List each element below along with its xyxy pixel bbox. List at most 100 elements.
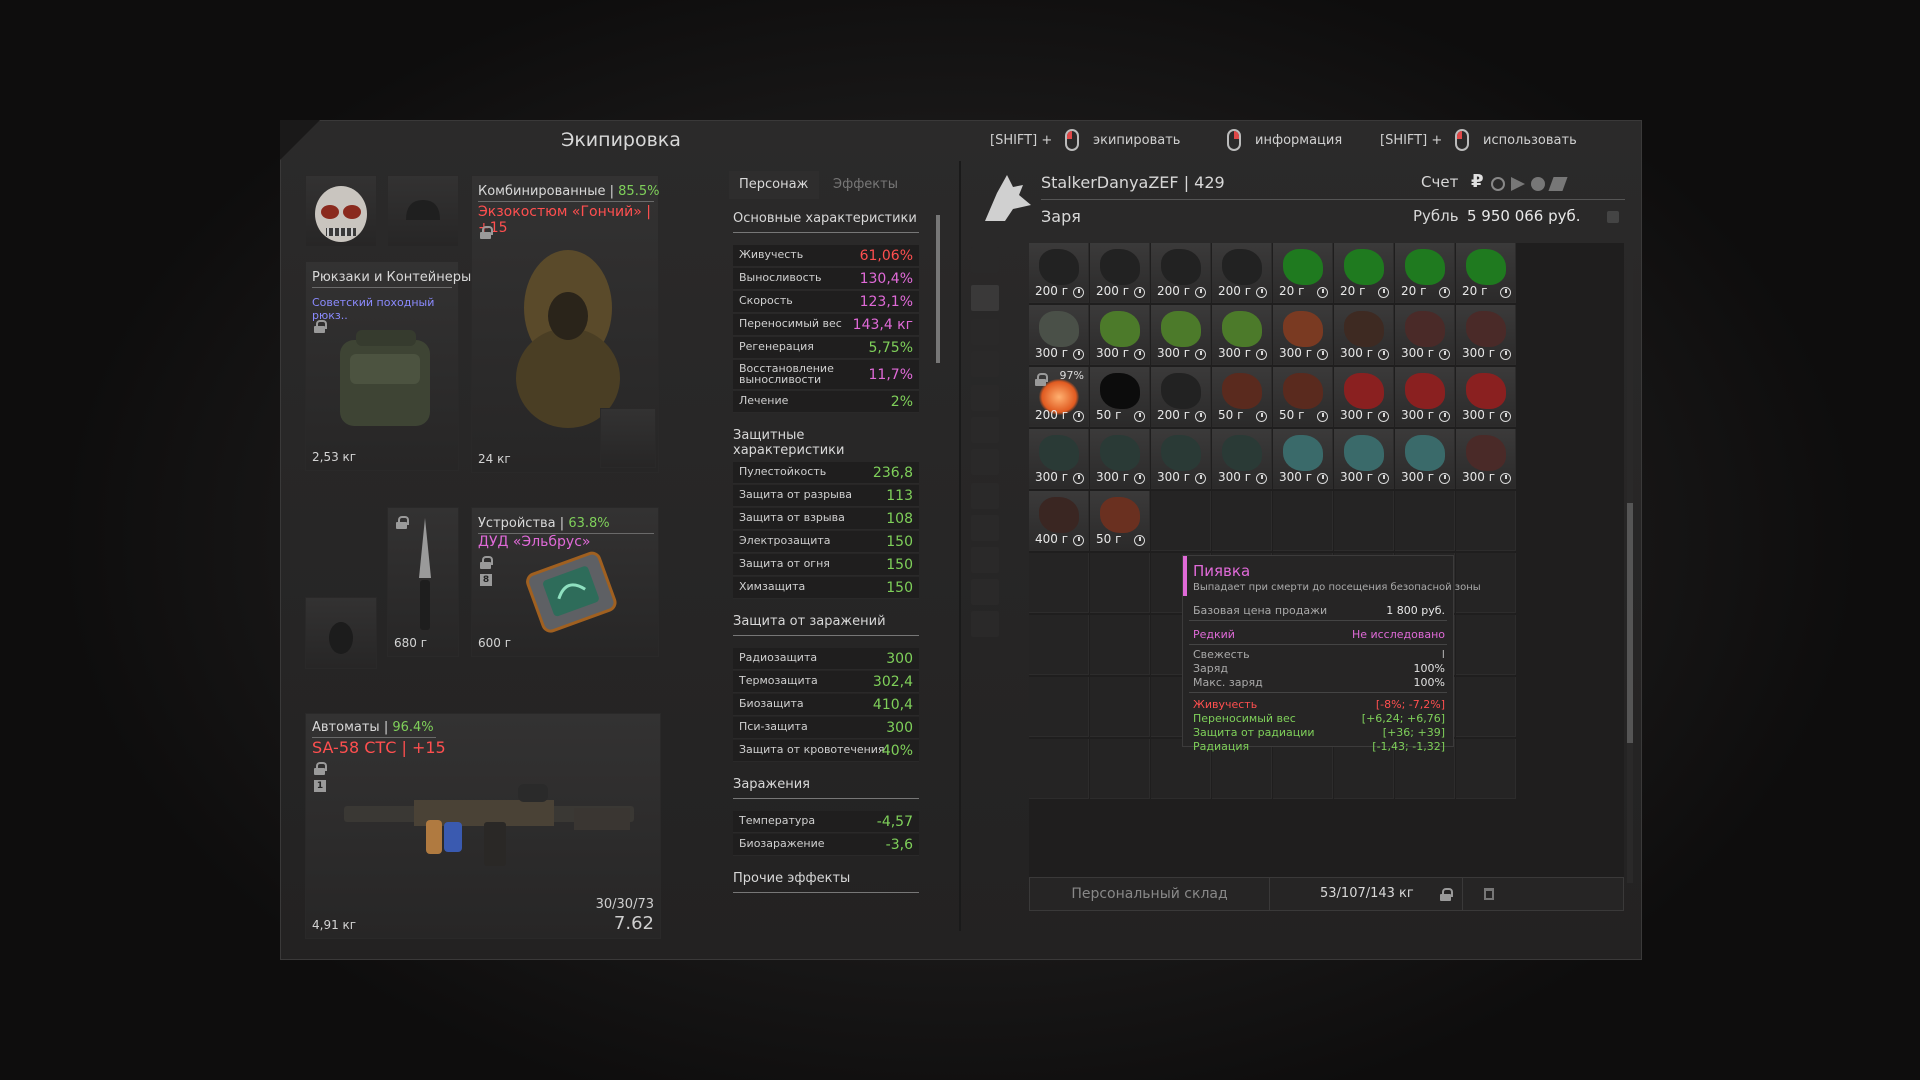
ruler-icon[interactable] (971, 579, 999, 605)
inventory-item[interactable]: 300 г (1456, 305, 1516, 365)
device-slot[interactable]: Устройства | 63.8% ДУД «Эльбрус» 8 600 г (471, 507, 659, 657)
grid-cell[interactable] (1456, 491, 1516, 551)
grid-cell[interactable] (1090, 739, 1150, 799)
grid-cell[interactable] (1395, 491, 1455, 551)
inventory-item[interactable]: 200 г (1151, 367, 1211, 427)
stats-scrollbar[interactable] (936, 215, 940, 363)
mask-slot[interactable] (387, 175, 459, 247)
inventory-item[interactable]: 300 г (1456, 429, 1516, 489)
grenade-slot[interactable] (305, 597, 377, 669)
item-weight: 300 г (1401, 346, 1435, 360)
stat-row: Выносливость 130,4% (733, 268, 919, 290)
grid-cell[interactable] (1334, 491, 1394, 551)
grid-cell[interactable] (1456, 739, 1516, 799)
inventory-item[interactable]: 300 г (1151, 429, 1211, 489)
inventory-item[interactable]: 300 г (1151, 305, 1211, 365)
inventory-item[interactable]: 300 г (1090, 305, 1150, 365)
inventory-item[interactable]: 200 г (1212, 243, 1272, 303)
inventory-item[interactable]: 20 г (1395, 243, 1455, 303)
grid-scroll-thumb[interactable] (1627, 503, 1633, 743)
backpack-category: Рюкзаки и Контейнеры (312, 270, 471, 288)
stats-panel[interactable]: Основные характеристики Живучесть 61,06% Вы… (729, 201, 929, 931)
coin-icon[interactable] (1531, 177, 1545, 191)
stat-label: Защита от огня (739, 557, 830, 570)
ruble-icon[interactable]: ₽ (1471, 171, 1484, 192)
link-icon[interactable] (971, 319, 999, 345)
bars-icon[interactable] (1548, 177, 1568, 191)
grid-cell[interactable] (1273, 491, 1333, 551)
grid-all-icon[interactable] (971, 285, 999, 311)
inventory-item[interactable]: 300 г (1456, 367, 1516, 427)
inventory-item[interactable]: 300 г (1029, 429, 1089, 489)
inventory-item[interactable]: 50 г (1273, 367, 1333, 427)
inventory-item[interactable]: 300 г (1029, 305, 1089, 365)
inventory-item[interactable]: 300 г (1334, 305, 1394, 365)
armor-slot[interactable]: Комбинированные | 85.5% Экзокостюм «Гонч… (471, 175, 659, 473)
grid-cell[interactable] (1090, 677, 1150, 737)
grid-cell[interactable] (1151, 491, 1211, 551)
grid-cell[interactable] (1029, 553, 1089, 613)
lock-all-icon[interactable] (1440, 888, 1453, 901)
clock-icon (1195, 349, 1206, 360)
artifact-icon (1466, 311, 1506, 347)
tab-character[interactable]: Персонаж (729, 171, 819, 199)
token-icon[interactable] (1511, 177, 1525, 191)
inventory-item[interactable]: 200 г (1029, 243, 1089, 303)
clock-icon (1378, 473, 1389, 484)
trash-icon[interactable] (1484, 888, 1494, 900)
grid-cell[interactable] (1456, 677, 1516, 737)
grid-cell[interactable] (1090, 553, 1150, 613)
inventory-item[interactable]: 300 г (1395, 305, 1455, 365)
inventory-item[interactable]: 300 г (1090, 429, 1150, 489)
stat-value: 150 (886, 580, 913, 596)
inventory-item[interactable]: 300 г (1273, 429, 1333, 489)
inventory-item[interactable]: 300 г (1334, 367, 1394, 427)
grid-cell[interactable] (1456, 615, 1516, 675)
grid-cell[interactable] (1029, 677, 1089, 737)
inventory-item[interactable]: 200 г 97% (1029, 367, 1089, 427)
inventory-item[interactable]: 20 г (1334, 243, 1394, 303)
inventory-item[interactable]: 50 г (1090, 367, 1150, 427)
stat-label: Биозаражение (739, 837, 825, 850)
clock-icon (1439, 349, 1450, 360)
inventory-item[interactable]: 50 г (1212, 367, 1272, 427)
ammo-icon[interactable] (971, 483, 999, 509)
inventory-item[interactable]: 200 г (1151, 243, 1211, 303)
weapon-slot[interactable]: Автоматы | 96.4% SA-58 СТС | +15 1 30/30… (305, 713, 661, 939)
inventory-item[interactable]: 20 г (1273, 243, 1333, 303)
sort-icon[interactable] (971, 247, 999, 273)
medkit-icon[interactable] (971, 449, 999, 475)
tab-effects[interactable]: Эффекты (823, 171, 923, 199)
info-icon[interactable] (1607, 211, 1619, 223)
tools-icon[interactable] (971, 515, 999, 541)
inventory-item[interactable]: 20 г (1456, 243, 1516, 303)
grid-cell[interactable] (1090, 615, 1150, 675)
helmet-slot[interactable] (305, 175, 377, 247)
misc-icon[interactable] (971, 611, 999, 637)
personal-storage-button[interactable]: Персональный склад (1030, 878, 1270, 910)
inventory-item[interactable]: 300 г (1395, 429, 1455, 489)
stat-value: 61,06% (859, 248, 913, 264)
grid-scroll-track[interactable] (1627, 243, 1633, 883)
inventory-item[interactable]: 50 г (1090, 491, 1150, 551)
stat-row: Химзащита 150 (733, 577, 919, 599)
inventory-item[interactable]: 300 г (1212, 429, 1272, 489)
backpack-slot[interactable]: Рюкзаки и Контейнеры Советский походный … (305, 261, 471, 471)
knife-filter-icon[interactable] (971, 385, 999, 411)
food-icon[interactable] (971, 547, 999, 573)
inventory-item[interactable]: 400 г (1029, 491, 1089, 551)
grid-cell[interactable] (1029, 739, 1089, 799)
container-icon[interactable] (971, 351, 999, 377)
inventory-item[interactable]: 300 г (1395, 367, 1455, 427)
knife-slot[interactable]: 680 г (387, 507, 459, 657)
inventory-item[interactable]: 300 г (1334, 429, 1394, 489)
inventory-item[interactable]: 300 г (1273, 305, 1333, 365)
artifact-filter-icon[interactable] (971, 417, 999, 443)
grid-cell[interactable] (1212, 491, 1272, 551)
artifact-icon (1100, 249, 1140, 285)
gear-icon[interactable] (1491, 177, 1505, 191)
inventory-item[interactable]: 200 г (1090, 243, 1150, 303)
grid-cell[interactable] (1029, 615, 1089, 675)
inventory-item[interactable]: 300 г (1212, 305, 1272, 365)
armor-module-slot[interactable] (600, 408, 656, 468)
